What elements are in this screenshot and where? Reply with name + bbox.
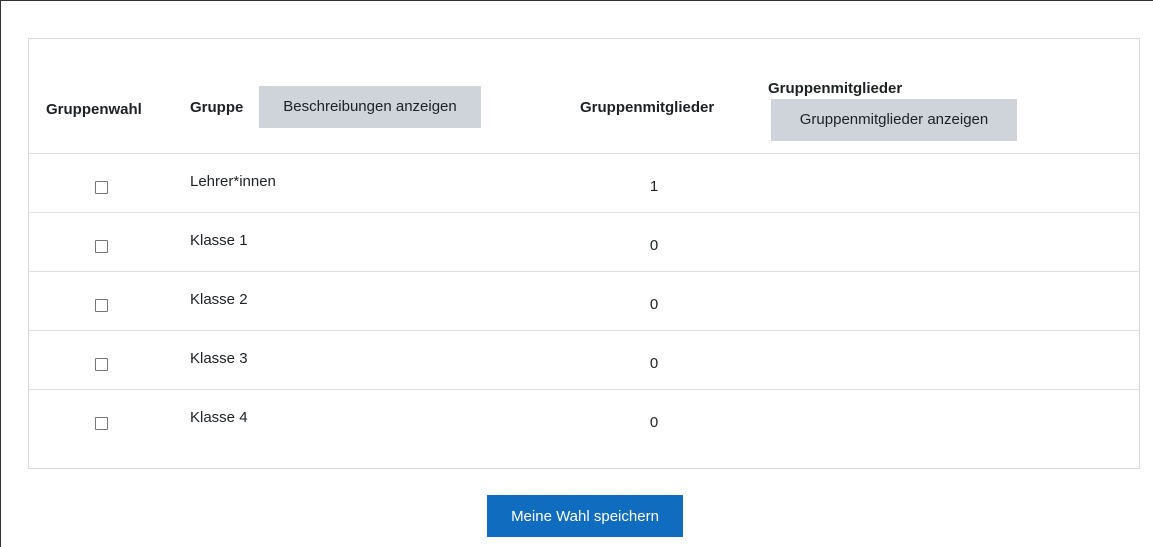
table-row: Klasse 3 0 <box>29 331 1139 390</box>
group-checkbox[interactable] <box>95 181 108 194</box>
member-count: 1 <box>649 178 659 195</box>
save-choice-button[interactable]: Meine Wahl speichern <box>487 495 683 537</box>
group-checkbox[interactable] <box>95 417 108 430</box>
table-header: Gruppenwahl Gruppe Beschreibungen anzeig… <box>29 39 1139 154</box>
header-gruppe: Gruppe <box>190 99 244 116</box>
member-count: 0 <box>649 355 659 372</box>
header-gruppenwahl: Gruppenwahl <box>46 101 142 118</box>
member-count: 0 <box>649 296 659 313</box>
header-member-list: Gruppenmitglieder <box>768 80 903 97</box>
group-name: Klasse 1 <box>190 232 248 249</box>
member-count: 0 <box>649 237 659 254</box>
page: Gruppenwahl Gruppe Beschreibungen anzeig… <box>0 0 1153 547</box>
group-name: Klasse 3 <box>190 350 248 367</box>
group-name: Lehrer*innen <box>190 173 276 190</box>
table-row: Klasse 1 0 <box>29 213 1139 272</box>
table-row: Lehrer*innen 1 <box>29 154 1139 213</box>
table-row: Klasse 2 0 <box>29 272 1139 331</box>
show-members-button[interactable]: Gruppenmitglieder anzeigen <box>771 99 1017 141</box>
group-checkbox[interactable] <box>95 240 108 253</box>
group-name: Klasse 4 <box>190 409 248 426</box>
group-checkbox[interactable] <box>95 358 108 371</box>
group-name: Klasse 2 <box>190 291 248 308</box>
group-checkbox[interactable] <box>95 299 108 312</box>
table-row: Klasse 4 0 <box>29 390 1139 448</box>
header-member-count: Gruppenmitglieder <box>580 99 715 116</box>
group-choice-table: Gruppenwahl Gruppe Beschreibungen anzeig… <box>28 38 1140 469</box>
member-count: 0 <box>649 414 659 431</box>
show-descriptions-button[interactable]: Beschreibungen anzeigen <box>259 86 481 128</box>
